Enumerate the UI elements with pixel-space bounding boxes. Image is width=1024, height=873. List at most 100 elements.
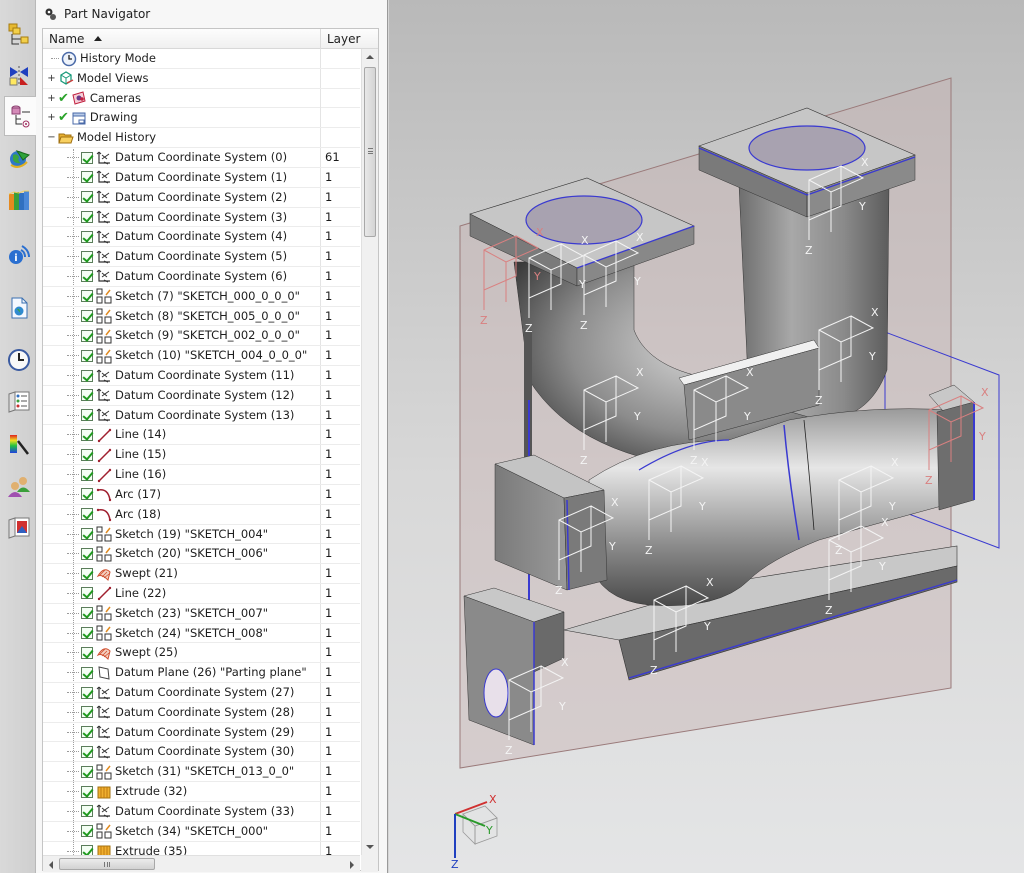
feature-row[interactable]: Sketch (10) "SKETCH_004_0_0_0" 1 xyxy=(43,346,360,366)
visibility-checkbox[interactable] xyxy=(81,567,93,580)
resource-tab-reuse-library[interactable] xyxy=(3,180,35,220)
feature-row[interactable]: Swept (21) 1 xyxy=(43,564,360,584)
vertical-scroll-thumb[interactable] xyxy=(364,67,376,237)
resource-tab-internet[interactable] xyxy=(3,138,35,178)
tree-node-history-mode[interactable]: History Mode xyxy=(43,49,360,69)
graphics-window[interactable]: XYZXYZXYZXYZXYZXYZXYZXYZXYZXYZXYZXYZXYZX… xyxy=(389,0,1024,873)
feature-row[interactable]: Datum Coordinate System (4) 1 xyxy=(43,227,360,248)
visibility-checkbox[interactable] xyxy=(81,191,93,204)
visibility-checkbox[interactable] xyxy=(81,428,93,441)
scroll-down-arrow-icon[interactable] xyxy=(366,845,374,849)
feature-row[interactable]: Datum Coordinate System (6) 1 xyxy=(43,266,360,287)
resource-tab-process-studio[interactable] xyxy=(3,382,35,422)
resource-tab-web-browser[interactable] xyxy=(3,288,35,328)
visibility-checkbox[interactable] xyxy=(81,508,93,521)
visibility-checkbox[interactable] xyxy=(81,369,93,382)
visibility-checkbox[interactable] xyxy=(81,607,93,620)
part-model-view[interactable]: XYZXYZXYZXYZXYZXYZXYZXYZXYZXYZXYZXYZXYZX… xyxy=(389,0,1024,873)
feature-row[interactable]: Datum Coordinate System (33) 1 xyxy=(43,801,360,822)
visibility-checkbox[interactable] xyxy=(81,349,93,362)
feature-row[interactable]: Sketch (8) "SKETCH_005_0_0_0" 1 xyxy=(43,306,360,327)
visibility-checkbox[interactable] xyxy=(81,389,93,402)
visibility-checkbox[interactable] xyxy=(81,587,93,600)
scroll-right-arrow-icon[interactable] xyxy=(350,861,354,869)
visibility-checkbox[interactable] xyxy=(81,785,93,798)
feature-row[interactable]: Datum Coordinate System (27) 1 xyxy=(43,683,360,703)
visible-check-icon[interactable]: ✔ xyxy=(58,108,69,127)
feature-row[interactable]: Datum Coordinate System (1) 1 xyxy=(43,167,360,188)
visible-check-icon[interactable]: ✔ xyxy=(58,89,69,108)
feature-row[interactable]: Datum Coordinate System (3) 1 xyxy=(43,207,360,228)
feature-row[interactable]: Line (22) 1 xyxy=(43,583,360,604)
visibility-checkbox[interactable] xyxy=(81,151,93,164)
column-header-name[interactable]: Name xyxy=(49,29,319,49)
feature-row[interactable]: Datum Coordinate System (5) 1 xyxy=(43,247,360,267)
resource-tab-visualization[interactable] xyxy=(3,424,35,464)
feature-row[interactable]: Datum Coordinate System (12) 1 xyxy=(43,385,360,406)
visibility-checkbox[interactable] xyxy=(81,666,93,679)
feature-row[interactable]: Sketch (23) "SKETCH_007" 1 xyxy=(43,603,360,624)
resource-tab-constraint-navigator[interactable] xyxy=(3,56,35,96)
feature-row[interactable]: Datum Coordinate System (11) 1 xyxy=(43,366,360,386)
visibility-checkbox[interactable] xyxy=(81,250,93,263)
feature-row[interactable]: Arc (18) 1 xyxy=(43,504,360,525)
feature-row[interactable]: Datum Coordinate System (2) 1 xyxy=(43,187,360,208)
visibility-checkbox[interactable] xyxy=(81,310,93,323)
visibility-checkbox[interactable] xyxy=(81,488,93,501)
feature-row[interactable]: Sketch (20) "SKETCH_006" 1 xyxy=(43,544,360,565)
feature-row[interactable]: Sketch (19) "SKETCH_004" 1 xyxy=(43,524,360,545)
feature-row[interactable]: Line (15) 1 xyxy=(43,445,360,466)
resource-tab-roles[interactable] xyxy=(3,466,35,506)
expand-toggle[interactable]: + xyxy=(47,113,56,123)
visibility-checkbox[interactable] xyxy=(81,468,93,481)
resource-tab-hd3d[interactable]: i xyxy=(3,234,35,274)
visibility-checkbox[interactable] xyxy=(81,171,93,184)
visibility-checkbox[interactable] xyxy=(81,290,93,303)
feature-row[interactable]: Datum Coordinate System (28) 1 xyxy=(43,702,360,723)
feature-row[interactable]: Datum Plane (26) "Parting plane" 1 xyxy=(43,663,360,683)
resource-tab-assembly-navigator[interactable] xyxy=(3,14,35,54)
visibility-checkbox[interactable] xyxy=(81,547,93,560)
visibility-checkbox[interactable] xyxy=(81,646,93,659)
tree-node-model-views[interactable]: + Model Views xyxy=(43,68,360,89)
feature-row[interactable]: Sketch (7) "SKETCH_000_0_0_0" 1 xyxy=(43,286,360,307)
feature-row[interactable]: Datum Coordinate System (0) 61 xyxy=(43,148,360,168)
horizontal-scrollbar[interactable] xyxy=(43,855,360,872)
feature-row[interactable]: Sketch (24) "SKETCH_008" 1 xyxy=(43,623,360,644)
visibility-checkbox[interactable] xyxy=(81,270,93,283)
visibility-checkbox[interactable] xyxy=(81,627,93,640)
visibility-checkbox[interactable] xyxy=(81,765,93,778)
resource-tab-part-navigator[interactable] xyxy=(4,96,37,136)
tree-node-drawing[interactable]: + ✔ Drawing xyxy=(43,108,360,129)
visibility-checkbox[interactable] xyxy=(81,528,93,540)
visibility-checkbox[interactable] xyxy=(81,409,93,422)
expand-toggle[interactable]: + xyxy=(47,93,56,103)
feature-row[interactable]: Extrude (32) 1 xyxy=(43,782,360,802)
feature-row[interactable]: Line (14) 1 xyxy=(43,425,360,446)
feature-row[interactable]: Datum Coordinate System (30) 1 xyxy=(43,742,360,763)
feature-row[interactable]: Swept (25) 1 xyxy=(43,643,360,664)
resource-tab-history[interactable] xyxy=(3,340,35,380)
visibility-checkbox[interactable] xyxy=(81,726,93,739)
scroll-left-arrow-icon[interactable] xyxy=(49,861,53,869)
resource-tab-system-scenes[interactable] xyxy=(3,508,35,548)
feature-row[interactable]: Line (16) 1 xyxy=(43,465,360,485)
visibility-checkbox[interactable] xyxy=(81,706,93,719)
feature-row[interactable]: Sketch (34) "SKETCH_000" 1 xyxy=(43,821,360,842)
feature-row[interactable]: Datum Coordinate System (29) 1 xyxy=(43,722,360,743)
visibility-checkbox[interactable] xyxy=(81,448,93,461)
tree-node-model-history[interactable]: − Model History xyxy=(43,128,360,149)
horizontal-scroll-thumb[interactable] xyxy=(59,858,155,870)
collapse-toggle[interactable]: − xyxy=(47,133,56,143)
feature-row[interactable]: Sketch (9) "SKETCH_002_0_0_0" 1 xyxy=(43,326,360,347)
feature-row[interactable]: Sketch (31) "SKETCH_013_0_0" 1 xyxy=(43,762,360,783)
column-header-layer[interactable]: Layer xyxy=(320,29,378,49)
visibility-checkbox[interactable] xyxy=(81,329,93,342)
visibility-checkbox[interactable] xyxy=(81,825,93,838)
scroll-up-arrow-icon[interactable] xyxy=(366,55,374,59)
tree-node-cameras[interactable]: + ✔ Cameras xyxy=(43,88,360,109)
expand-toggle[interactable]: + xyxy=(47,73,56,83)
visibility-checkbox[interactable] xyxy=(81,230,93,243)
feature-row[interactable]: Arc (17) 1 xyxy=(43,484,360,505)
feature-row[interactable]: Datum Coordinate System (13) 1 xyxy=(43,405,360,426)
